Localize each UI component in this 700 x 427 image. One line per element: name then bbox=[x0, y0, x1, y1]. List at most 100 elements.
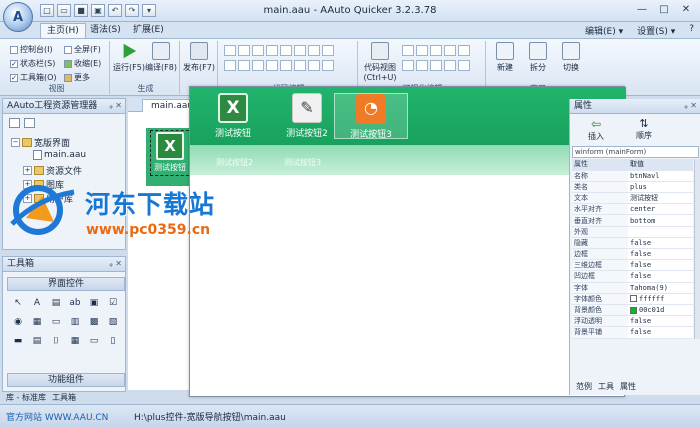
maximize-button[interactable]: □ bbox=[654, 2, 674, 18]
property-value[interactable]: false bbox=[628, 326, 693, 339]
property-row[interactable]: 类名 plus bbox=[572, 181, 693, 194]
align-top-icon[interactable] bbox=[444, 45, 456, 56]
property-value[interactable]: Tahoma(9) bbox=[628, 282, 693, 294]
same-size-icon[interactable] bbox=[430, 60, 442, 71]
settings-menu[interactable]: 设置(S) ▾ bbox=[637, 24, 675, 37]
outdent-icon[interactable] bbox=[308, 45, 320, 56]
goto-icon[interactable] bbox=[238, 60, 250, 71]
split-button[interactable]: 拆分 bbox=[521, 42, 555, 73]
publish-button[interactable]: 发布(F7) bbox=[182, 42, 216, 73]
tree-expander[interactable]: − bbox=[11, 138, 20, 147]
tab-examples[interactable]: 范例 bbox=[576, 381, 592, 392]
nav-button-3[interactable]: ◔ 测试按钮3 bbox=[334, 93, 408, 140]
tree-item-resources[interactable]: + 资源文件 bbox=[23, 164, 82, 177]
official-site-link[interactable]: 官方网站 WWW.AAU.CN bbox=[6, 410, 108, 423]
property-row[interactable]: 背景平铺 false bbox=[572, 326, 693, 339]
bookmark-icon[interactable] bbox=[224, 60, 236, 71]
property-row[interactable]: 水平对齐 center bbox=[572, 203, 693, 216]
property-row[interactable]: 三维边框 false bbox=[572, 259, 693, 272]
replace-icon[interactable] bbox=[280, 45, 292, 56]
toolbox-section-ui-controls[interactable]: 界面控件 bbox=[7, 277, 125, 291]
property-value[interactable]: false bbox=[628, 315, 693, 328]
checkbox-tool-icon[interactable]: ☑ bbox=[106, 297, 120, 310]
tab-home[interactable]: 主页(H) bbox=[40, 23, 86, 38]
property-scrollbar[interactable] bbox=[694, 159, 700, 339]
grid-tool-icon[interactable]: ▦ bbox=[30, 316, 44, 329]
tab-std-lib[interactable]: 库 - 标准库 bbox=[6, 392, 46, 403]
toolbox-section-components[interactable]: 功能组件 bbox=[7, 373, 125, 387]
radio-tool-icon[interactable]: ◉ bbox=[11, 316, 25, 329]
tree-tool-icon[interactable]: ▤ bbox=[30, 335, 44, 348]
property-row[interactable]: 背景颜色 00c01d bbox=[572, 304, 693, 317]
pin-icon[interactable]: ᵩ ✕ bbox=[109, 99, 122, 113]
image-tool-icon[interactable]: ▩ bbox=[87, 316, 101, 329]
align-center-icon[interactable] bbox=[416, 45, 428, 56]
paste-icon[interactable] bbox=[252, 45, 264, 56]
nav-button-1[interactable]: X 测试按钮 bbox=[196, 93, 270, 139]
property-row[interactable]: 文本 测试按钮 bbox=[572, 192, 693, 205]
collapse-button[interactable]: 收缩(E) bbox=[64, 58, 101, 69]
tab-syntax[interactable]: 语法(S) bbox=[84, 23, 127, 38]
progress-tool-icon[interactable]: ▬ bbox=[11, 335, 25, 348]
property-row[interactable]: 字体 Tahoma(9) bbox=[572, 282, 693, 294]
property-value[interactable]: center bbox=[628, 203, 693, 216]
tab-toolbox[interactable]: 工具箱 bbox=[52, 392, 76, 403]
order-button[interactable]: ⇅ 顺序 bbox=[636, 117, 652, 141]
listbox-tool-icon[interactable]: ▤ bbox=[49, 297, 63, 310]
close-button[interactable]: ✕ bbox=[676, 2, 696, 18]
tree-item-main-aau[interactable]: main.aau bbox=[33, 150, 86, 160]
insert-button[interactable]: ⇦ 插入 bbox=[588, 117, 604, 142]
pointer-tool-icon[interactable]: ↖ bbox=[11, 297, 25, 310]
object-selector[interactable]: winform (mainForm) bbox=[572, 146, 699, 158]
pin-icon[interactable]: ᵩ ✕ bbox=[684, 99, 697, 113]
property-row[interactable]: 外观 bbox=[572, 226, 693, 238]
undo-code-icon[interactable] bbox=[266, 60, 278, 71]
align-middle-icon[interactable] bbox=[458, 45, 470, 56]
refresh-icon[interactable] bbox=[9, 118, 20, 128]
tab-extend[interactable]: 扩展(E) bbox=[127, 23, 170, 38]
pin-icon[interactable]: ᵩ ✕ bbox=[109, 257, 122, 271]
property-row[interactable]: 字体颜色 ffffff bbox=[572, 293, 693, 305]
property-row[interactable]: 边框 false bbox=[572, 248, 693, 261]
statusbar-checkbox[interactable]: ✓ 状态栏(S) bbox=[10, 58, 55, 69]
property-value[interactable] bbox=[628, 226, 693, 238]
property-value[interactable]: plus bbox=[628, 181, 693, 194]
label-tool-icon[interactable]: A bbox=[30, 297, 44, 310]
property-row[interactable]: 浮动透明 false bbox=[572, 315, 693, 328]
tree-item-wide-ui[interactable]: − 宽版界面 bbox=[11, 136, 70, 149]
property-value[interactable]: 00c01d bbox=[628, 304, 693, 317]
help-button[interactable]: ? bbox=[689, 24, 694, 37]
run-button[interactable]: 运行(F5) bbox=[112, 42, 146, 73]
align-left-icon[interactable] bbox=[402, 45, 414, 56]
tab-properties[interactable]: 属性 bbox=[620, 381, 636, 392]
fullscreen-button[interactable]: 全屏(F) bbox=[64, 44, 101, 55]
comment-icon[interactable] bbox=[322, 45, 334, 56]
list-tool-icon[interactable]: ▥ bbox=[68, 316, 82, 329]
property-value[interactable]: false bbox=[628, 259, 693, 272]
select-icon[interactable] bbox=[308, 60, 320, 71]
new-window-button[interactable]: 新建 bbox=[488, 42, 522, 73]
nav-button-2[interactable]: ✎ 测试按钮2 bbox=[270, 93, 344, 139]
toolbox-checkbox[interactable]: ✓ 工具箱(O) bbox=[10, 72, 57, 83]
combo-tool-icon[interactable]: ⌷ bbox=[49, 335, 63, 348]
code-view-button[interactable]: 代码视图 (Ctrl+U) bbox=[360, 42, 400, 82]
frame-tool-icon[interactable]: ▭ bbox=[87, 335, 101, 348]
format-icon[interactable] bbox=[252, 60, 264, 71]
wrap-icon[interactable] bbox=[294, 60, 306, 71]
same-height-icon[interactable] bbox=[416, 60, 428, 71]
same-width-icon[interactable] bbox=[402, 60, 414, 71]
redo-code-icon[interactable] bbox=[280, 60, 292, 71]
indent-icon[interactable] bbox=[294, 45, 306, 56]
copy-icon[interactable] bbox=[238, 45, 250, 56]
console-checkbox[interactable]: 控制台(I) bbox=[10, 44, 53, 55]
v-space-icon[interactable] bbox=[458, 60, 470, 71]
property-value[interactable]: false bbox=[628, 237, 693, 250]
edit-menu[interactable]: 编辑(E) ▾ bbox=[585, 24, 623, 37]
switch-button[interactable]: 切换 bbox=[554, 42, 588, 73]
property-value[interactable]: bottom bbox=[628, 214, 693, 227]
minimize-button[interactable]: — bbox=[632, 2, 652, 18]
property-row[interactable]: 属性 取值 bbox=[572, 159, 693, 171]
cut-icon[interactable] bbox=[224, 45, 236, 56]
tab-tools[interactable]: 工具 bbox=[598, 381, 614, 392]
custom-tool-icon[interactable]: ▯ bbox=[106, 335, 120, 348]
